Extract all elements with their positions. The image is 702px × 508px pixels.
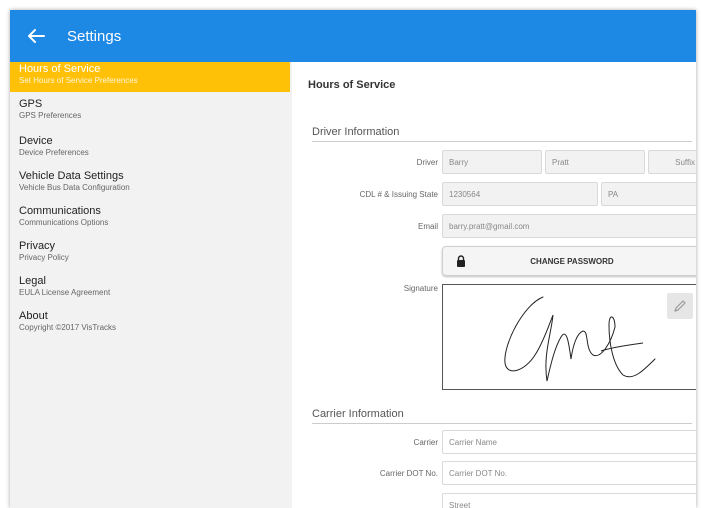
divider bbox=[312, 423, 692, 424]
app-window: Settings Hours of Service Set Hours of S… bbox=[10, 10, 696, 508]
driver-first-name-field[interactable]: Barry bbox=[442, 150, 542, 174]
sidebar-item-title: About bbox=[19, 310, 48, 322]
sidebar-item-title: Legal bbox=[19, 275, 46, 287]
back-button[interactable] bbox=[22, 22, 50, 50]
carrier-name-field[interactable]: Carrier Name bbox=[442, 430, 696, 454]
back-arrow-icon bbox=[28, 29, 45, 43]
sidebar-item-title: Privacy bbox=[19, 240, 56, 252]
sidebar-item-title: Vehicle Data Settings bbox=[19, 170, 124, 182]
sidebar-item-subtitle: Communications Options bbox=[19, 218, 109, 227]
driver-last-name-field[interactable]: Pratt bbox=[545, 150, 645, 174]
sidebar-item-subtitle: Copyright ©2017 VisTracks bbox=[19, 323, 117, 332]
sidebar-item-hours-of-service[interactable]: Hours of Service Set Hours of Service Pr… bbox=[10, 62, 290, 92]
page-title: Settings bbox=[67, 28, 122, 45]
cdl-number-field[interactable]: 1230564 bbox=[442, 182, 598, 206]
sidebar-item-gps[interactable]: GPS GPS Preferences bbox=[10, 96, 290, 130]
settings-content: Hours of Service Driver Information Driv… bbox=[292, 62, 696, 508]
app-bar: Settings bbox=[10, 10, 696, 62]
sidebar-item-subtitle: GPS Preferences bbox=[19, 111, 82, 120]
signature-label: Signature bbox=[403, 284, 438, 293]
cdl-state-field[interactable]: PA bbox=[601, 182, 696, 206]
sidebar-item-title: Communications bbox=[19, 205, 101, 217]
cdl-label: CDL # & Issuing State bbox=[359, 190, 438, 199]
sidebar-item-title: GPS bbox=[19, 98, 43, 110]
divider bbox=[312, 141, 692, 142]
settings-sidebar: Hours of Service Set Hours of Service Pr… bbox=[10, 62, 290, 508]
sidebar-item-title: Hours of Service bbox=[19, 63, 101, 75]
driver-suffix-field[interactable]: Suffix bbox=[648, 150, 696, 174]
sidebar-item-communications[interactable]: Communications Communications Options bbox=[10, 203, 290, 237]
driver-label: Driver bbox=[416, 158, 438, 167]
change-password-button[interactable]: CHANGE PASSWORD bbox=[442, 246, 696, 276]
sidebar-item-subtitle: Set Hours of Service Preferences bbox=[19, 76, 138, 85]
signature-drawing bbox=[504, 296, 656, 382]
carrier-label: Carrier bbox=[413, 438, 438, 447]
carrier-dot-label: Carrier DOT No. bbox=[379, 469, 438, 478]
sidebar-item-privacy[interactable]: Privacy Privacy Policy bbox=[10, 238, 290, 272]
sidebar-item-subtitle: Privacy Policy bbox=[19, 253, 69, 262]
email-field[interactable]: barry.pratt@gmail.com bbox=[442, 214, 696, 238]
sidebar-item-title: Device bbox=[19, 135, 53, 147]
carrier-information-heading: Carrier Information bbox=[312, 408, 404, 420]
section-heading: Hours of Service bbox=[308, 79, 396, 91]
sidebar-item-about[interactable]: About Copyright ©2017 VisTracks bbox=[10, 308, 290, 342]
sidebar-item-legal[interactable]: Legal EULA License Agreement bbox=[10, 273, 290, 307]
driver-information-heading: Driver Information bbox=[312, 126, 400, 138]
carrier-street-field[interactable]: Street bbox=[442, 493, 696, 508]
sidebar-item-device[interactable]: Device Device Preferences bbox=[10, 133, 290, 167]
change-password-label: CHANGE PASSWORD bbox=[530, 257, 614, 266]
sidebar-item-subtitle: Device Preferences bbox=[19, 148, 89, 157]
sidebar-item-subtitle: EULA License Agreement bbox=[19, 288, 111, 297]
email-label: Email bbox=[417, 222, 438, 231]
edit-signature-button[interactable] bbox=[667, 293, 693, 319]
carrier-dot-field[interactable]: Carrier DOT No. bbox=[442, 461, 696, 485]
sidebar-item-vehicle-data-settings[interactable]: Vehicle Data Settings Vehicle Bus Data C… bbox=[10, 168, 290, 202]
pencil-icon bbox=[674, 300, 686, 312]
sidebar-item-subtitle: Vehicle Bus Data Configuration bbox=[19, 183, 130, 192]
signature-box[interactable] bbox=[442, 284, 696, 390]
